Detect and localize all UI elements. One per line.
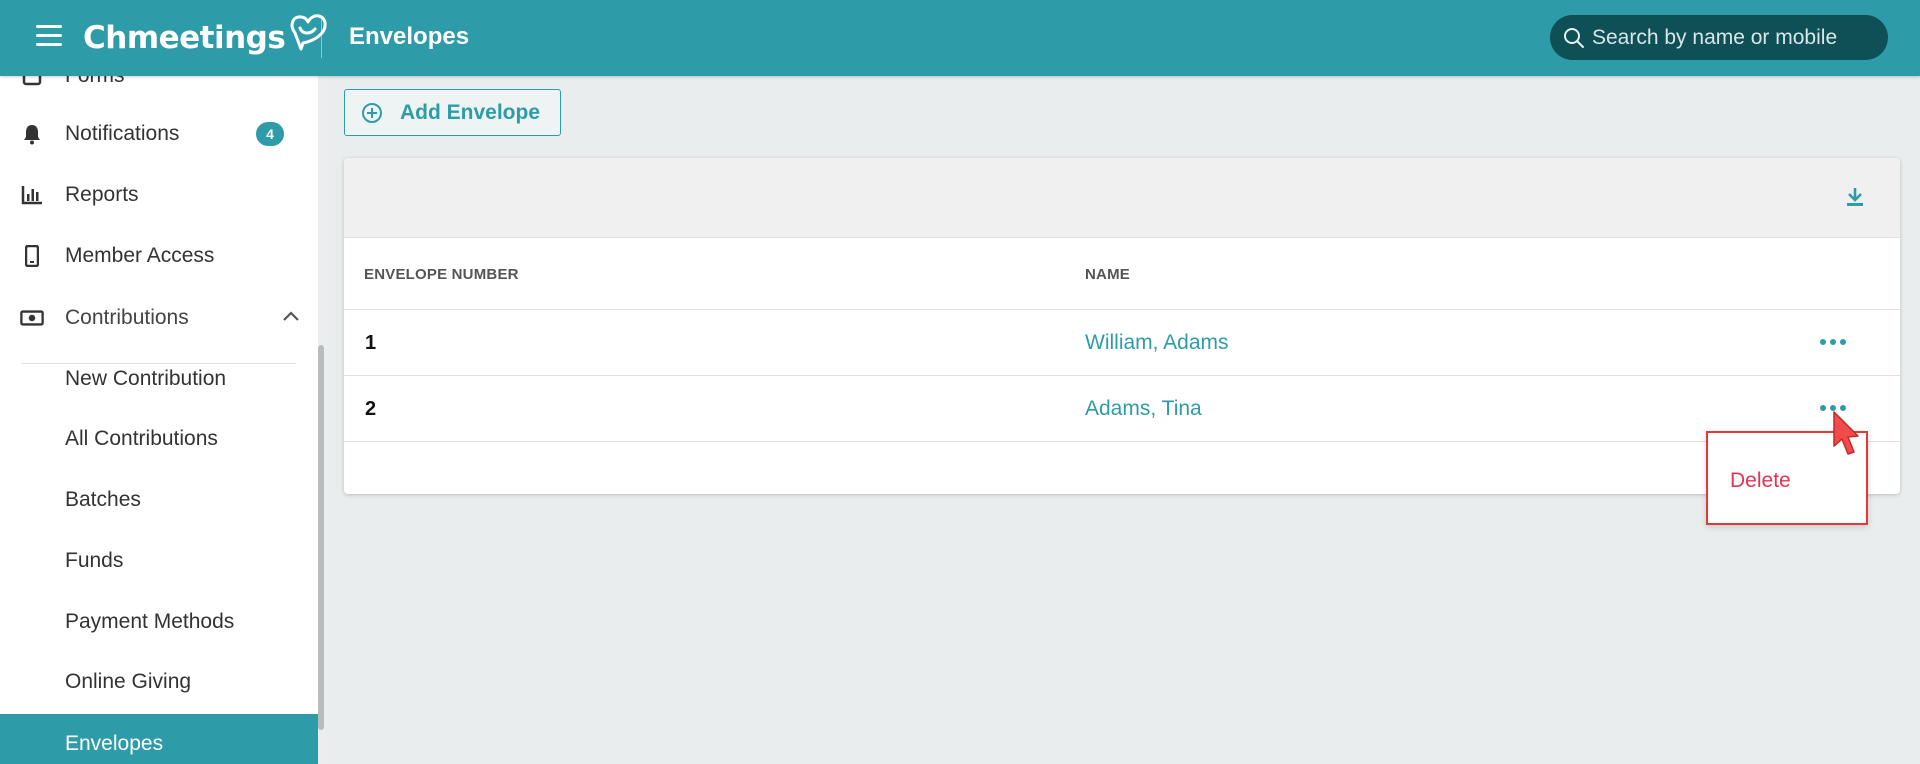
envelope-number-cell: 2 (365, 398, 377, 420)
mobile-icon (20, 244, 44, 268)
sidebar-item-label: Reports (65, 183, 139, 206)
header-divider (321, 18, 322, 58)
bell-icon (20, 122, 44, 146)
logo[interactable]: Chmeetings (83, 14, 329, 62)
delete-menu-item[interactable]: Delete (1730, 469, 1791, 493)
notification-count-badge: 4 (256, 122, 284, 146)
member-name-link[interactable]: William, Adams (1085, 331, 1229, 355)
money-icon (20, 306, 44, 330)
sidebar-item-label: Member Access (65, 244, 215, 267)
forms-icon (20, 76, 44, 88)
envelopes-table-card: ENVELOPE NUMBER NAME 1 William, Adams 2 … (344, 158, 1900, 494)
table-row-divider (344, 375, 1900, 376)
search-icon (1564, 27, 1584, 48)
table-row-divider (344, 309, 1900, 310)
sidebar-item-label: Funds (65, 549, 124, 572)
sidebar-item-label: Envelopes (65, 732, 164, 755)
hamburger-menu-icon[interactable] (36, 25, 62, 47)
member-name-link[interactable]: Adams, Tina (1085, 397, 1202, 421)
add-envelope-label: Add Envelope (400, 100, 541, 124)
row-actions-more-icon[interactable] (1820, 334, 1846, 350)
sidebar-item-payment-methods[interactable]: Payment Methods (0, 592, 318, 652)
sidebar-item-forms[interactable]: Forms (0, 76, 318, 106)
top-bar: Chmeetings Envelopes (0, 0, 1920, 76)
add-envelope-button[interactable]: Add Envelope (344, 89, 561, 136)
sidebar-item-label: Payment Methods (65, 610, 235, 633)
sidebar-item-label: Forms (65, 76, 125, 88)
sidebar-item-batches[interactable]: Batches (0, 470, 318, 530)
download-icon[interactable] (1846, 186, 1864, 213)
sidebar: Forms Notifications 4 Reports Member Acc… (0, 76, 318, 764)
logo-text: Chmeetings (83, 20, 286, 56)
sidebar-item-all-contributions[interactable]: All Contributions (0, 409, 318, 469)
logo-heart-bubble-icon (290, 14, 327, 51)
table-row-divider (344, 441, 1900, 442)
table-toolbar (344, 158, 1900, 238)
sidebar-item-reports[interactable]: Reports (0, 165, 318, 225)
sidebar-item-label: All Contributions (65, 427, 218, 450)
sidebar-item-label: Contributions (65, 306, 189, 329)
sidebar-item-online-giving[interactable]: Online Giving (0, 652, 318, 712)
sidebar-item-label: New Contribution (65, 367, 227, 390)
sidebar-item-new-contribution[interactable]: New Contribution (0, 349, 318, 409)
bar-chart-icon (20, 183, 44, 207)
search-input[interactable] (1592, 25, 1882, 50)
column-header-name[interactable]: NAME (1085, 266, 1130, 283)
column-header-envelope-number[interactable]: ENVELOPE NUMBER (364, 266, 519, 283)
sidebar-item-label: Online Giving (65, 670, 192, 693)
sidebar-item-label: Batches (65, 488, 141, 511)
page-title: Envelopes (349, 23, 470, 50)
search-box[interactable] (1550, 15, 1888, 60)
sidebar-item-contributions[interactable]: Contributions (0, 288, 318, 348)
mouse-cursor-icon (1830, 410, 1864, 461)
sidebar-item-funds[interactable]: Funds (0, 531, 318, 591)
chevron-up-icon[interactable] (282, 309, 300, 327)
envelope-number-cell: 1 (365, 332, 377, 354)
sidebar-item-envelopes[interactable]: Envelopes (0, 714, 318, 764)
plus-circle-icon (361, 102, 383, 129)
sidebar-item-label: Notifications (65, 122, 180, 145)
sidebar-item-notifications[interactable]: Notifications 4 (0, 104, 318, 164)
sidebar-item-member-access[interactable]: Member Access (0, 226, 318, 286)
sidebar-scrollbar-thumb[interactable] (318, 345, 324, 730)
